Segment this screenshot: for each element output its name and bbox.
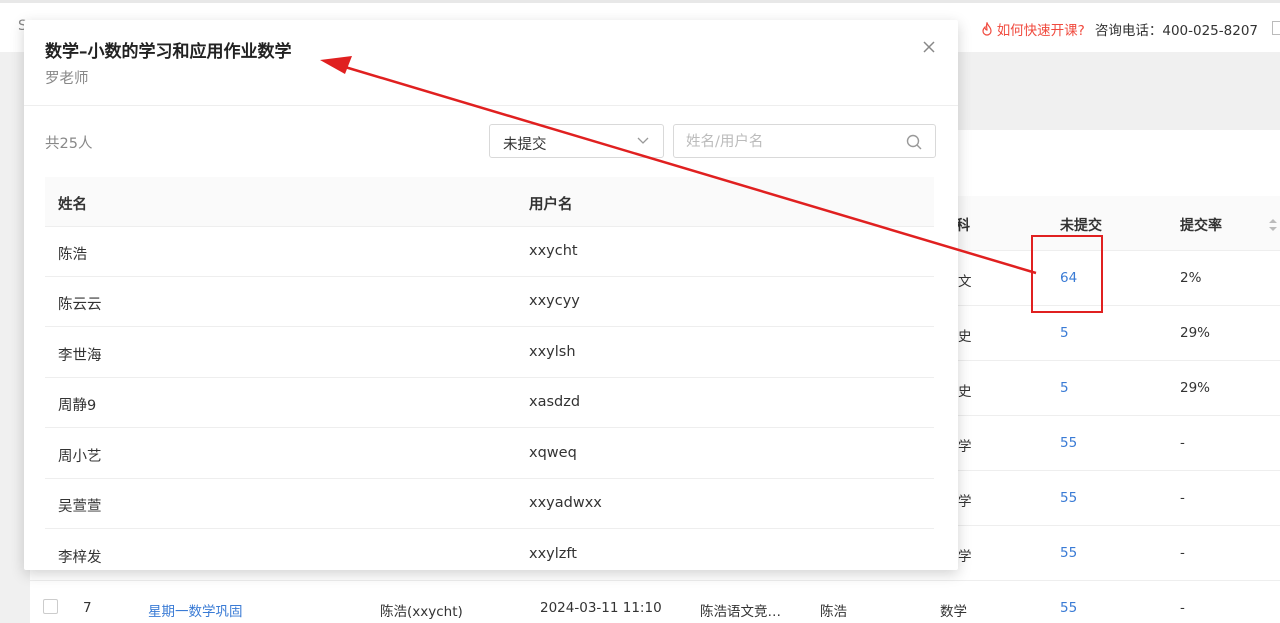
header-rate: 提交率 (1180, 218, 1222, 234)
row-rate: - (1180, 490, 1185, 506)
row-unsubmitted-link[interactable]: 55 (1060, 545, 1077, 561)
search-icon[interactable] (906, 134, 922, 150)
student-username: xxylzft (529, 546, 577, 562)
row-class: 陈浩语文竞… (700, 604, 781, 620)
table-row: 7 星期一数学巩固 陈浩(xxycht) 2024-03-11 11:10 陈浩… (30, 581, 1280, 623)
unsubmitted-students-modal: 数学–小数的学习和应用作业数学 罗老师 共25人 未提交 姓名 用户名 陈浩 x… (24, 20, 958, 570)
student-row: 周小艺 xqweq (45, 429, 934, 479)
student-name: 周静9 (58, 398, 97, 414)
row-creator: 陈浩(xxycht) (380, 604, 463, 620)
student-row: 陈云云 xxycyy (45, 277, 934, 327)
row-subject: 学 (958, 494, 972, 510)
edge-tab-icon[interactable] (1272, 21, 1280, 35)
student-search-box (673, 124, 936, 158)
quick-start-link[interactable]: 如何快速开课? (981, 19, 1085, 39)
sort-icon[interactable] (1268, 218, 1278, 232)
top-bar-right: 如何快速开课? 咨询电话：400-025-8207 (981, 19, 1258, 39)
modal-teacher: 罗老师 (45, 71, 89, 87)
student-username: xxycyy (529, 293, 580, 309)
row-rate: 2% (1180, 270, 1202, 286)
annotation-highlight-box (1031, 235, 1103, 313)
row-subject: 学 (958, 549, 972, 565)
modal-divider (24, 105, 958, 106)
row-rate: - (1180, 435, 1185, 451)
student-name: 陈云云 (58, 297, 102, 313)
row-rate: 29% (1180, 325, 1211, 341)
student-row: 李世海 xxylsh (45, 328, 934, 378)
student-username: xxycht (529, 243, 578, 259)
row-teacher: 陈浩 (820, 604, 847, 620)
student-count: 共25人 (45, 136, 93, 152)
student-username: xasdzd (529, 394, 581, 410)
fire-icon (982, 22, 992, 36)
header-unsubmitted: 未提交 (1060, 218, 1102, 234)
student-row: 陈浩 xxycht (45, 227, 934, 277)
close-icon[interactable] (922, 40, 936, 54)
row-title-link[interactable]: 星期一数学巩固 (148, 600, 243, 620)
header-subject: 科 (956, 218, 970, 234)
row-rate: - (1180, 545, 1185, 561)
student-search-input[interactable] (686, 131, 896, 153)
student-username: xxyadwxx (529, 495, 602, 511)
student-table-header: 姓名 用户名 (45, 177, 934, 227)
header-username: 用户名 (529, 197, 573, 213)
student-name: 陈浩 (58, 247, 87, 263)
status-filter-select[interactable]: 未提交 (489, 124, 664, 158)
modal-title: 数学–小数的学习和应用作业数学 (45, 42, 292, 62)
row-rate: - (1180, 600, 1185, 616)
quick-start-label: 如何快速开课? (996, 23, 1085, 39)
row-rate: 29% (1180, 380, 1211, 396)
student-row: 吴萱萱 xxyadwxx (45, 479, 934, 529)
row-unsubmitted-link[interactable]: 55 (1060, 490, 1077, 506)
status-filter-value: 未提交 (503, 137, 547, 153)
row-unsubmitted-link[interactable]: 5 (1060, 325, 1069, 341)
row-subject: 史 (958, 329, 972, 345)
row-time: 2024-03-11 11:10 (540, 600, 662, 616)
student-name: 周小艺 (58, 449, 102, 465)
row-unsubmitted-link[interactable]: 55 (1060, 435, 1077, 451)
student-name: 李梓发 (58, 550, 102, 566)
student-username: xqweq (529, 445, 577, 461)
row-subject: 史 (958, 384, 972, 400)
row-subject: 数学 (940, 604, 967, 620)
row-unsubmitted-link[interactable]: 5 (1060, 380, 1069, 396)
student-row: 周静9 xasdzd (45, 378, 934, 428)
student-username: xxylsh (529, 344, 576, 360)
student-name: 吴萱萱 (58, 499, 102, 515)
student-name: 李世海 (58, 348, 102, 364)
row-subject: 文 (958, 274, 972, 290)
row-checkbox[interactable] (43, 599, 58, 614)
chevron-down-icon (637, 137, 649, 144)
row-unsubmitted-link[interactable]: 55 (1060, 600, 1077, 616)
header-name: 姓名 (58, 197, 87, 213)
student-row: 李梓发 xxylzft (45, 530, 934, 570)
row-index: 7 (83, 600, 92, 616)
row-subject: 学 (958, 439, 972, 455)
phone-text: 咨询电话：400-025-8207 (1094, 23, 1258, 39)
